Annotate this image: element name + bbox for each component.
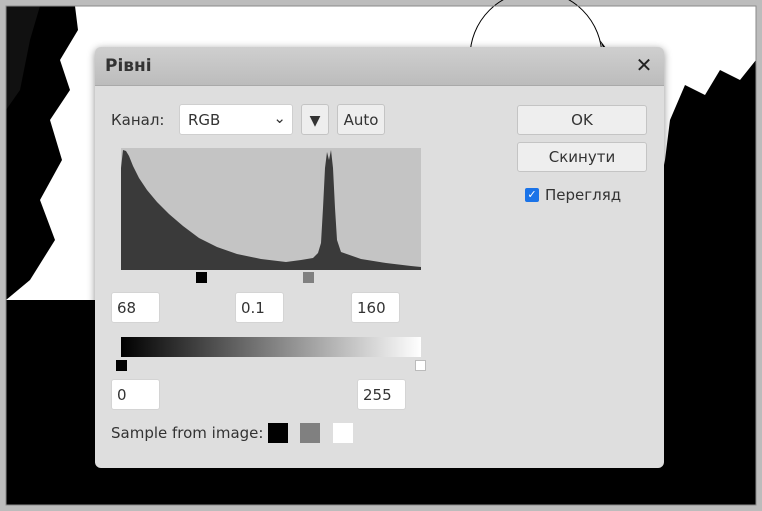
histogram-fill	[121, 150, 421, 270]
output-black-field[interactable]: 0	[111, 379, 160, 410]
channel-menu-button[interactable]: ▼	[301, 104, 329, 135]
ok-button[interactable]: OK	[517, 105, 647, 135]
channel-label: Канал:	[111, 111, 165, 129]
dialog-title: Рівні	[105, 56, 152, 76]
preview-checkbox[interactable]: ✓	[525, 188, 539, 202]
sample-gray-swatch[interactable]	[300, 423, 320, 443]
chevron-down-icon: ⌄	[273, 109, 286, 127]
histogram	[121, 148, 421, 270]
input-black-slider[interactable]	[196, 272, 207, 283]
sample-white-swatch[interactable]	[333, 423, 353, 443]
close-icon[interactable]: ✕	[632, 53, 656, 77]
sample-label: Sample from image:	[111, 424, 264, 442]
sample-black-swatch[interactable]	[268, 423, 288, 443]
output-white-field[interactable]: 255	[357, 379, 406, 410]
channel-select[interactable]: RGB ⌄	[179, 104, 293, 135]
input-black-field[interactable]: 68	[111, 292, 160, 323]
input-gamma-slider[interactable]	[303, 272, 314, 283]
preview-label: Перегляд	[545, 186, 622, 204]
output-gradient	[121, 337, 421, 357]
ok-button-label: OK	[571, 111, 593, 129]
output-black-slider[interactable]	[116, 360, 127, 371]
auto-button[interactable]: Auto	[337, 104, 385, 135]
input-gamma-field[interactable]: 0.1	[235, 292, 284, 323]
reset-button[interactable]: Скинути	[517, 142, 647, 172]
channel-value: RGB	[188, 111, 221, 129]
dialog-titlebar[interactable]: Рівні ✕	[95, 47, 664, 86]
input-white-field[interactable]: 160	[351, 292, 400, 323]
triangle-down-icon: ▼	[309, 113, 321, 129]
levels-dialog: Рівні ✕ Канал: RGB ⌄ ▼ Auto OK Скинути ✓…	[95, 47, 664, 468]
auto-button-label: Auto	[343, 111, 379, 129]
reset-button-label: Скинути	[548, 148, 616, 166]
output-white-slider[interactable]	[415, 360, 426, 371]
